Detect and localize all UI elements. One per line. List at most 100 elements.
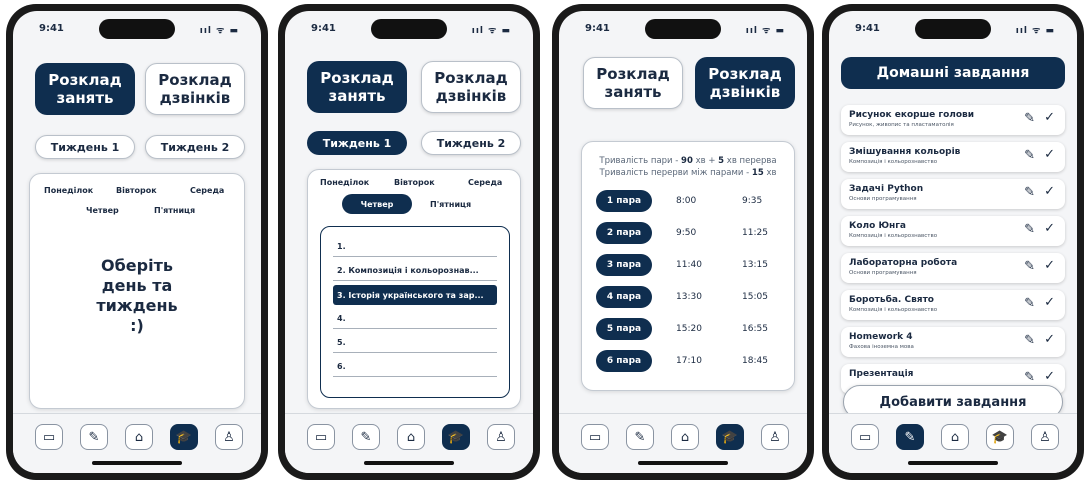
edit-pencil-icon[interactable]: ✎ [1024, 296, 1035, 311]
schedule-classes-button[interactable]: Розклад занять [35, 63, 135, 115]
checkmark-icon[interactable]: ✓ [1044, 184, 1055, 199]
pencil-icon: ✎ [634, 429, 646, 445]
status-bar: 9:41 ııl ᯤ ▬ [829, 19, 1077, 39]
day-thursday-selected[interactable]: Четвер [342, 194, 412, 214]
tab-pencil[interactable]: ✎ [80, 424, 108, 450]
signal-battery-icon: ııl ᯤ ▬ [471, 26, 511, 36]
day-wednesday[interactable]: Середа [190, 186, 224, 195]
tab-home[interactable]: ⌂ [941, 424, 969, 450]
lesson-item[interactable]: 4. [333, 309, 497, 329]
day-picker-card: Понеділок Вівторок Середа Четвер П'ятниц… [29, 173, 245, 409]
tab-profile[interactable]: ♙ [487, 424, 515, 450]
graduation-cap-icon: 🎓 [721, 429, 739, 445]
schedule-bells-button[interactable]: Розклад дзвінків [695, 57, 795, 109]
book-icon: ▭ [42, 429, 56, 445]
tab-book[interactable]: ▭ [851, 424, 879, 450]
user-icon: ♙ [1039, 429, 1051, 445]
lesson-item[interactable]: 5. [333, 333, 497, 353]
dynamic-island [371, 19, 447, 39]
edit-pencil-icon[interactable]: ✎ [1024, 148, 1035, 163]
tab-schedule[interactable]: 🎓 [170, 424, 198, 450]
week2-button[interactable]: Тиждень 2 [145, 135, 245, 159]
week2-button[interactable]: Тиждень 2 [421, 131, 521, 155]
book-icon: ▭ [588, 429, 602, 445]
tab-profile[interactable]: ♙ [761, 424, 789, 450]
between-break-minutes: 15 [751, 168, 764, 178]
day-friday[interactable]: П'ятниця [154, 206, 195, 215]
home-icon: ⌂ [134, 429, 144, 445]
homework-item[interactable]: Боротьба. Свято Композиція і кольорознавс… [841, 290, 1065, 320]
pair-label: 2 пара [596, 222, 652, 244]
home-icon: ⌂ [680, 429, 690, 445]
pair-label: 5 пара [596, 318, 652, 340]
day-thursday[interactable]: Четвер [86, 206, 119, 215]
checkmark-icon[interactable]: ✓ [1044, 110, 1055, 125]
task-title: Боротьба. Свято [849, 295, 934, 305]
homework-item[interactable]: Змішування кольорів Композиція і кольороз… [841, 142, 1065, 172]
checkmark-icon[interactable]: ✓ [1044, 332, 1055, 347]
checkmark-icon[interactable]: ✓ [1044, 221, 1055, 236]
checkmark-icon[interactable]: ✓ [1044, 295, 1055, 310]
checkmark-icon[interactable]: ✓ [1044, 258, 1055, 273]
homework-item[interactable]: Задачі Python Основи програмування ✎ ✓ [841, 179, 1065, 209]
break-duration-info: Тривалість перерви між парами - 15 хв [582, 168, 794, 178]
tab-schedule[interactable]: 🎓 [986, 424, 1014, 450]
lesson-item[interactable]: 6. [333, 357, 497, 377]
checkmark-icon[interactable]: ✓ [1044, 147, 1055, 162]
pair-label: 3 пара [596, 254, 652, 276]
pair-label: 4 пара [596, 286, 652, 308]
task-title: Рисунок екорше голови [849, 110, 975, 120]
lesson-item[interactable]: 2. Композиція і кольорознав... [333, 261, 497, 281]
homework-item[interactable]: Рисунок екорше голови Рисунок, живопис та… [841, 105, 1065, 135]
task-title: Лабораторна робота [849, 258, 958, 268]
tab-book[interactable]: ▭ [35, 424, 63, 450]
day-wednesday[interactable]: Середа [468, 178, 502, 187]
schedule-bells-button[interactable]: Розклад дзвінків [421, 61, 521, 113]
edit-pencil-icon[interactable]: ✎ [1024, 111, 1035, 126]
tab-pencil[interactable]: ✎ [896, 424, 924, 450]
lesson-item[interactable]: 1. [333, 237, 497, 257]
tab-profile[interactable]: ♙ [215, 424, 243, 450]
lessons-list: 1. 2. Композиція і кольорознав... 3. Іст… [320, 226, 510, 398]
day-monday[interactable]: Понеділок [44, 186, 93, 195]
edit-pencil-icon[interactable]: ✎ [1024, 222, 1035, 237]
homework-item[interactable]: Коло Юнга Композиція і кольорознавство ✎ ✓ [841, 216, 1065, 246]
schedule-bells-button[interactable]: Розклад дзвінків [145, 63, 245, 115]
tab-schedule[interactable]: 🎓 [716, 424, 744, 450]
week1-button[interactable]: Тиждень 1 [307, 131, 407, 155]
user-icon: ♙ [769, 429, 781, 445]
tab-pencil[interactable]: ✎ [626, 424, 654, 450]
tab-home[interactable]: ⌂ [671, 424, 699, 450]
day-tuesday[interactable]: Вівторок [116, 186, 157, 195]
tab-schedule[interactable]: 🎓 [442, 424, 470, 450]
info-text: хв [763, 168, 777, 178]
tab-book[interactable]: ▭ [307, 424, 335, 450]
tab-pencil[interactable]: ✎ [352, 424, 380, 450]
checkmark-icon[interactable]: ✓ [1044, 369, 1055, 384]
day-tuesday[interactable]: Вівторок [394, 178, 435, 187]
schedule-classes-button[interactable]: Розклад занять [307, 61, 407, 113]
edit-pencil-icon[interactable]: ✎ [1024, 370, 1035, 385]
tab-book[interactable]: ▭ [581, 424, 609, 450]
pencil-icon: ✎ [904, 429, 916, 445]
phone-bell-schedule: 9:41 ııl ᯤ ▬ Розклад занять Розклад дзві… [552, 4, 814, 480]
tab-home[interactable]: ⌂ [397, 424, 425, 450]
task-title: Змішування кольорів [849, 147, 961, 157]
edit-pencil-icon[interactable]: ✎ [1024, 185, 1035, 200]
pair-end-time: 18:45 [742, 356, 768, 366]
tab-profile[interactable]: ♙ [1031, 424, 1059, 450]
info-text: Тривалість пари - [599, 156, 682, 166]
lesson-item-selected[interactable]: 3. Історія українського та зар... [333, 285, 497, 305]
day-monday[interactable]: Понеділок [320, 178, 369, 187]
pair-start-time: 15:20 [676, 324, 702, 334]
edit-pencil-icon[interactable]: ✎ [1024, 259, 1035, 274]
signal-battery-icon: ııl ᯤ ▬ [745, 26, 785, 36]
homework-item[interactable]: Homework 4 Фахова іноземна мова ✎ ✓ [841, 327, 1065, 357]
day-friday[interactable]: П'ятниця [430, 200, 471, 209]
schedule-classes-button[interactable]: Розклад занять [583, 57, 683, 109]
week1-button[interactable]: Тиждень 1 [35, 135, 135, 159]
tab-home[interactable]: ⌂ [125, 424, 153, 450]
edit-pencil-icon[interactable]: ✎ [1024, 333, 1035, 348]
homework-item[interactable]: Лабораторна робота Основи програмування ✎ ✓ [841, 253, 1065, 283]
signal-battery-icon: ııl ᯤ ▬ [199, 26, 239, 36]
